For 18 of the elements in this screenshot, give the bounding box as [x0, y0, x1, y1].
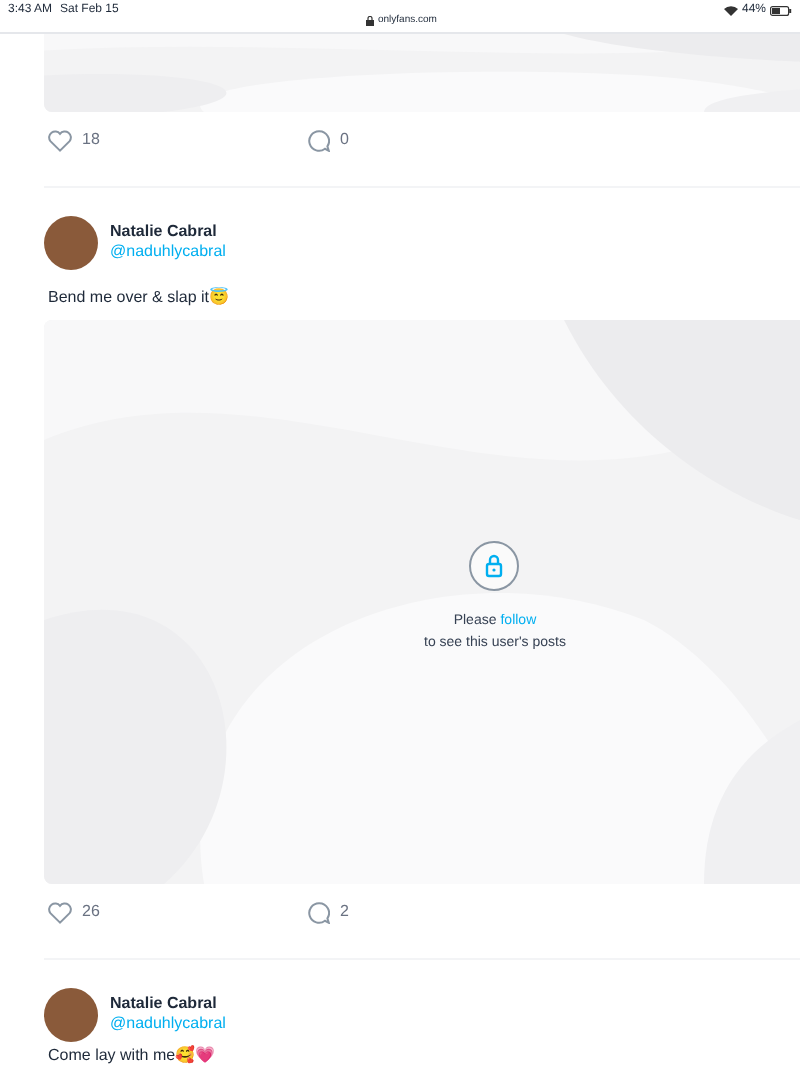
battery-icon	[770, 6, 792, 16]
lock-icon	[468, 540, 521, 592]
heart-icon[interactable]	[48, 129, 72, 151]
like-count: 18	[82, 128, 100, 152]
comment-count: 0	[340, 128, 349, 152]
wifi-icon	[723, 6, 738, 16]
author-name[interactable]: Natalie Cabral	[110, 222, 226, 242]
lock-icon	[366, 16, 374, 27]
comment-icon[interactable]	[308, 901, 330, 923]
comment-count: 2	[340, 900, 349, 924]
like-count: 26	[82, 900, 100, 924]
author-name[interactable]: Natalie Cabral	[110, 994, 226, 1014]
avatar[interactable]	[44, 216, 98, 270]
avatar[interactable]	[44, 988, 98, 1042]
comment-icon[interactable]	[308, 129, 330, 151]
post-text: Bend me over & slap it😇	[48, 285, 231, 310]
post-text: Come lay with me🥰💗	[48, 1044, 218, 1066]
heart-icon[interactable]	[48, 901, 72, 923]
